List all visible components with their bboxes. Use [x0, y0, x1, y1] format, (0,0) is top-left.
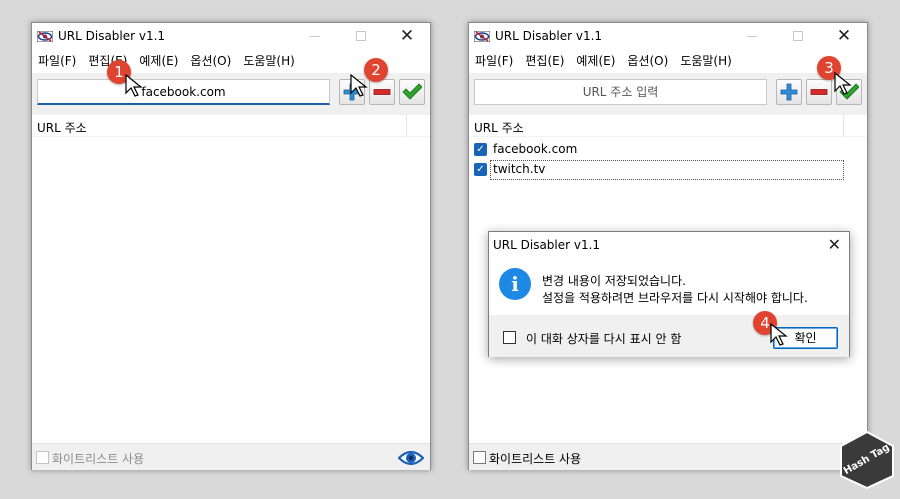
plus-icon: [780, 83, 798, 101]
column-divider[interactable]: [843, 115, 844, 137]
minimize-icon: [747, 35, 757, 37]
whitelist-checkbox[interactable]: [473, 451, 486, 464]
menu-examples[interactable]: 예제(E): [570, 51, 621, 71]
column-url[interactable]: URL 주소: [474, 119, 524, 136]
close-button[interactable]: ✕: [821, 23, 867, 49]
close-icon: ✕: [836, 25, 852, 46]
mouse-cursor-icon: [770, 323, 788, 346]
dialog-close-icon[interactable]: ✕: [828, 235, 841, 254]
menu-file[interactable]: 파일(F): [32, 51, 82, 71]
mouse-cursor-icon: [125, 74, 143, 97]
app-eye-icon: [37, 31, 53, 42]
list-item[interactable]: ✓ facebook.com: [473, 140, 843, 160]
window-title: URL Disabler v1.1: [495, 29, 603, 43]
item-checkbox[interactable]: ✓: [474, 163, 487, 176]
url-input[interactable]: [474, 79, 767, 105]
dialog-message-line1: 변경 내용이 저장되었습니다.: [542, 274, 686, 288]
add-url-button[interactable]: [776, 79, 802, 105]
close-icon: ✕: [399, 25, 415, 46]
menu-bar: 파일(F) 편집(E) 예제(E) 옵션(O) 도움말(H): [469, 51, 867, 71]
url-input[interactable]: [37, 79, 330, 105]
menu-examples[interactable]: 예제(E): [133, 51, 184, 71]
list-item[interactable]: ✓ twitch.tv: [473, 160, 844, 180]
dialog-footer: 이 대화 상자를 다시 표시 안 함 확인: [489, 315, 849, 357]
url-list[interactable]: URL 주소: [32, 115, 430, 441]
menu-file[interactable]: 파일(F): [469, 51, 519, 71]
menu-help[interactable]: 도움말(H): [237, 51, 301, 71]
whitelist-label: 화이트리스트 사용: [489, 452, 582, 466]
menu-help[interactable]: 도움말(H): [674, 51, 738, 71]
maximize-button[interactable]: [338, 23, 384, 49]
minimize-button[interactable]: [292, 23, 338, 49]
whitelist-checkbox[interactable]: [36, 451, 49, 464]
remove-url-button[interactable]: [369, 79, 395, 105]
eye-icon[interactable]: [398, 448, 424, 468]
apply-button[interactable]: [399, 79, 425, 105]
info-icon: i: [499, 268, 531, 300]
item-url: twitch.tv: [493, 162, 546, 176]
maximize-icon: [793, 31, 803, 41]
menu-options[interactable]: 옵션(O): [184, 51, 237, 71]
saved-dialog: URL Disabler v1.1 ✕ i 변경 내용이 저장되었습니다. 설정…: [488, 231, 850, 357]
menu-options[interactable]: 옵션(O): [621, 51, 674, 71]
toolbar: [469, 73, 867, 115]
status-bar: 화이트리스트 사용: [32, 443, 430, 470]
list-header: URL 주소: [469, 115, 867, 137]
minimize-button[interactable]: [729, 23, 775, 49]
dont-show-again-label[interactable]: 이 대화 상자를 다시 표시 안 함: [526, 330, 681, 347]
minimize-icon: [310, 35, 320, 37]
status-bar: 화이트리스트 사용: [469, 443, 871, 470]
menu-edit[interactable]: 편집(E): [519, 51, 570, 71]
checkmark-icon: [402, 83, 422, 100]
item-url: facebook.com: [493, 142, 578, 156]
hashtag-watermark-logo: Hash Tag: [838, 430, 896, 490]
list-header: URL 주소: [32, 115, 430, 137]
title-bar: URL Disabler v1.1 ✕: [469, 23, 867, 49]
app-eye-icon: [474, 31, 490, 42]
minus-icon: [810, 89, 828, 95]
item-checkbox[interactable]: ✓: [474, 143, 487, 156]
column-url[interactable]: URL 주소: [37, 119, 87, 136]
mouse-cursor-icon: [834, 72, 852, 95]
maximize-button[interactable]: [775, 23, 821, 49]
maximize-icon: [356, 31, 366, 41]
minus-icon: [373, 89, 391, 95]
dialog-message-line2: 설정을 적용하려면 브라우저를 다시 시작해야 합니다.: [542, 291, 808, 305]
close-button[interactable]: ✕: [384, 23, 430, 49]
window-title: URL Disabler v1.1: [58, 29, 166, 43]
title-bar: URL Disabler v1.1 ✕: [32, 23, 430, 49]
column-divider[interactable]: [406, 115, 407, 137]
dont-show-again-checkbox[interactable]: [503, 331, 516, 344]
mouse-cursor-icon: [350, 74, 368, 97]
dialog-title: URL Disabler v1.1: [493, 238, 601, 252]
remove-url-button[interactable]: [806, 79, 832, 105]
whitelist-label: 화이트리스트 사용: [52, 452, 145, 466]
url-disabler-window-left: URL Disabler v1.1 ✕ 파일(F) 편집(E) 예제(E) 옵션…: [31, 22, 431, 470]
